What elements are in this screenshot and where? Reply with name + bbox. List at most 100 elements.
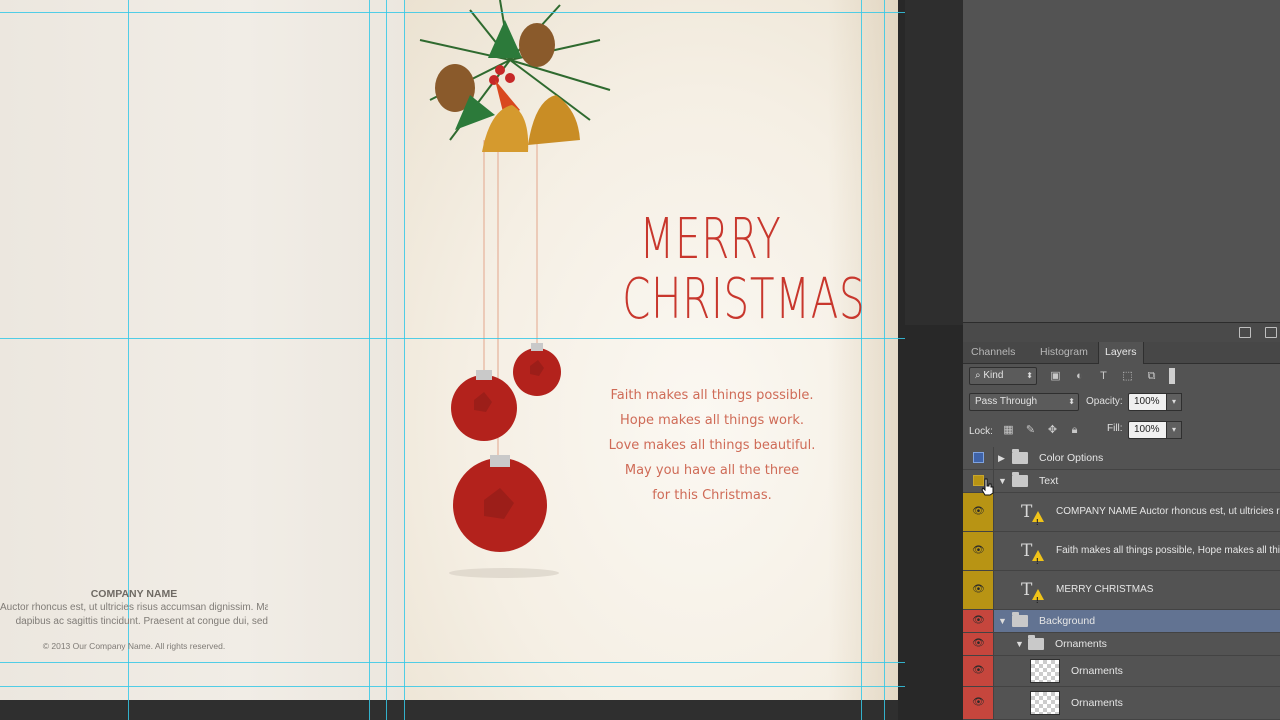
company-text-line: Auctor rhoncus est, ut ultricies risus a… (0, 602, 268, 613)
verse-line: Faith makes all things possible. (610, 388, 814, 403)
camera-icon[interactable] (1265, 327, 1277, 338)
visibility-toggle[interactable]: 👁︎ (963, 532, 994, 570)
visibility-toggle[interactable]: 👁︎ (963, 687, 994, 719)
layer-filter-row: ⌕ Kind ⬍ ▣ ◐ T ⬚ ⧉ (963, 364, 1280, 390)
folder-open-icon (1028, 635, 1044, 650)
tab-channels[interactable]: Channels (971, 346, 1015, 358)
visibility-toggle[interactable]: 👁︎ (963, 633, 994, 655)
panel-dock (905, 0, 1280, 342)
filter-adjustment-icon[interactable]: ◐ (1073, 370, 1086, 383)
guide-horizontal[interactable] (0, 338, 905, 339)
filter-toggle-icon[interactable] (1169, 368, 1175, 384)
new-document-icon[interactable] (1239, 327, 1251, 338)
eye-icon: 👁︎ (972, 615, 985, 626)
chevron-updown-icon: ⬍ (1068, 397, 1075, 406)
expanded-arrow-icon[interactable]: ▼ (998, 616, 1007, 626)
heading-line-1: MERRY (639, 207, 782, 272)
lock-label: Lock: (969, 426, 993, 437)
panel-collapse-strip (905, 0, 963, 325)
eye-icon: 👁︎ (972, 638, 985, 649)
upper-panel (963, 0, 1280, 325)
filter-kind-select[interactable]: ⌕ Kind ⬍ (969, 367, 1037, 385)
visibility-off-icon (973, 452, 984, 463)
copyright-text: © 2013 Our Company Name. All rights rese… (42, 641, 226, 651)
heading-line-2: CHRISTMAS (622, 267, 866, 332)
guide-vertical[interactable] (404, 0, 405, 720)
expanded-arrow-icon[interactable]: ▼ (1015, 639, 1024, 649)
tab-histogram[interactable]: Histogram (1040, 346, 1088, 358)
verse-line: Love makes all things beautiful. (608, 438, 816, 453)
guide-horizontal[interactable] (0, 686, 905, 687)
tab-layers[interactable]: Layers (1098, 342, 1144, 364)
collapsed-arrow-icon[interactable]: ▶ (998, 453, 1005, 463)
layer-row-verse-text[interactable]: 👁︎ T Faith makes all things possible, Ho… (963, 532, 1280, 573)
type-layer-icon: T (1021, 501, 1044, 534)
card-front-page (404, 0, 898, 700)
visibility-toggle[interactable]: 👁︎ (963, 571, 994, 609)
warning-icon (1032, 550, 1044, 573)
layer-row-background[interactable]: 👁︎ ▼ Background (963, 610, 1280, 633)
guide-horizontal[interactable] (0, 662, 905, 663)
chevron-updown-icon: ⬍ (1026, 371, 1033, 380)
fill-input[interactable]: 100% (1128, 421, 1168, 439)
fill-dropdown-button[interactable]: ▾ (1166, 421, 1182, 439)
filter-shape-icon[interactable]: ⬚ (1121, 370, 1134, 383)
filter-smartobject-icon[interactable]: ⧉ (1145, 370, 1158, 383)
fill-label: Fill: (1107, 423, 1123, 434)
filter-type-icon[interactable]: T (1097, 370, 1110, 383)
merry-christmas-heading: MERRY CHRISTMAS (622, 207, 866, 332)
verse-line: May you have all the three (624, 463, 800, 478)
layer-name: Ornaments (1071, 665, 1123, 677)
layer-row-company-text[interactable]: 👁︎ T COMPANY NAME Auctor rhoncus est, ut… (963, 493, 1280, 534)
panel-icon-bar (963, 322, 1280, 342)
blend-mode-value: Pass Through (975, 396, 1038, 407)
folder-open-icon (1012, 612, 1028, 627)
layer-name: Ornaments (1071, 697, 1123, 709)
guide-vertical[interactable] (369, 0, 370, 720)
visibility-toggle[interactable]: 👁︎ (963, 493, 994, 531)
folder-icon (1012, 449, 1028, 464)
blend-mode-select[interactable]: Pass Through ⬍ (969, 393, 1079, 411)
eye-icon: 👁︎ (972, 506, 985, 517)
visibility-toggle[interactable]: 👁︎ (963, 656, 994, 686)
eye-icon: 👁︎ (972, 665, 985, 676)
guide-horizontal[interactable] (0, 12, 905, 13)
lock-all-icon[interactable]: 🔒︎ (1068, 424, 1081, 437)
filter-kind-value: Kind (983, 370, 1004, 381)
visibility-toggle[interactable]: 👁︎ (963, 610, 994, 632)
verse-line: Hope makes all things work. (620, 413, 804, 428)
visibility-toggle[interactable] (963, 447, 994, 469)
lock-position-icon[interactable]: ✥ (1046, 424, 1059, 437)
type-layer-icon: T (1021, 579, 1044, 612)
layer-name: Faith makes all things possible, Hope ma… (1056, 545, 1280, 556)
layer-name: Ornaments (1055, 638, 1107, 650)
guide-vertical[interactable] (861, 0, 862, 720)
verse-line: for this Christmas. (652, 488, 772, 503)
guide-vertical[interactable] (884, 0, 885, 720)
filter-pixel-icon[interactable]: ▣ (1049, 370, 1062, 383)
opacity-dropdown-button[interactable]: ▾ (1166, 393, 1182, 411)
document-canvas[interactable]: MERRY CHRISTMAS Faith makes all things p… (0, 0, 905, 720)
layer-name: Color Options (1039, 452, 1104, 464)
layers-panel: Channels Histogram Layers ⌕ Kind ⬍ ▣ ◐ T… (963, 342, 1280, 720)
layer-name: MERRY CHRISTMAS (1056, 584, 1154, 595)
layer-row-merry-christmas[interactable]: 👁︎ T MERRY CHRISTMAS (963, 571, 1280, 612)
panel-tabs: Channels Histogram Layers (963, 342, 1280, 364)
christmas-verse: Faith makes all things possible. Hope ma… (596, 383, 828, 508)
layer-row-text[interactable]: ▼ Text (963, 470, 1280, 493)
company-block: COMPANY NAME Auctor rhoncus est, ut ultr… (0, 587, 268, 653)
layer-row-ornaments[interactable]: 👁︎ Ornaments (963, 656, 1280, 687)
lock-image-icon[interactable]: ✎ (1024, 424, 1037, 437)
eye-icon: 👁︎ (972, 697, 985, 708)
company-name: COMPANY NAME (90, 588, 178, 600)
layer-name: Background (1039, 615, 1096, 627)
layer-row-ornaments[interactable]: 👁︎ Ornaments (963, 687, 1280, 720)
opacity-input[interactable]: 100% (1128, 393, 1168, 411)
lock-transparent-icon[interactable]: ▦ (1002, 424, 1015, 437)
eye-icon: 👁︎ (972, 584, 985, 595)
guide-vertical[interactable] (386, 0, 387, 720)
layer-row-color-options[interactable]: ▶ Color Options (963, 447, 1280, 470)
expanded-arrow-icon[interactable]: ▼ (998, 476, 1007, 486)
layer-row-ornaments-group[interactable]: 👁︎ ▼ Ornaments (963, 633, 1280, 656)
grunge-texture (828, 0, 898, 700)
